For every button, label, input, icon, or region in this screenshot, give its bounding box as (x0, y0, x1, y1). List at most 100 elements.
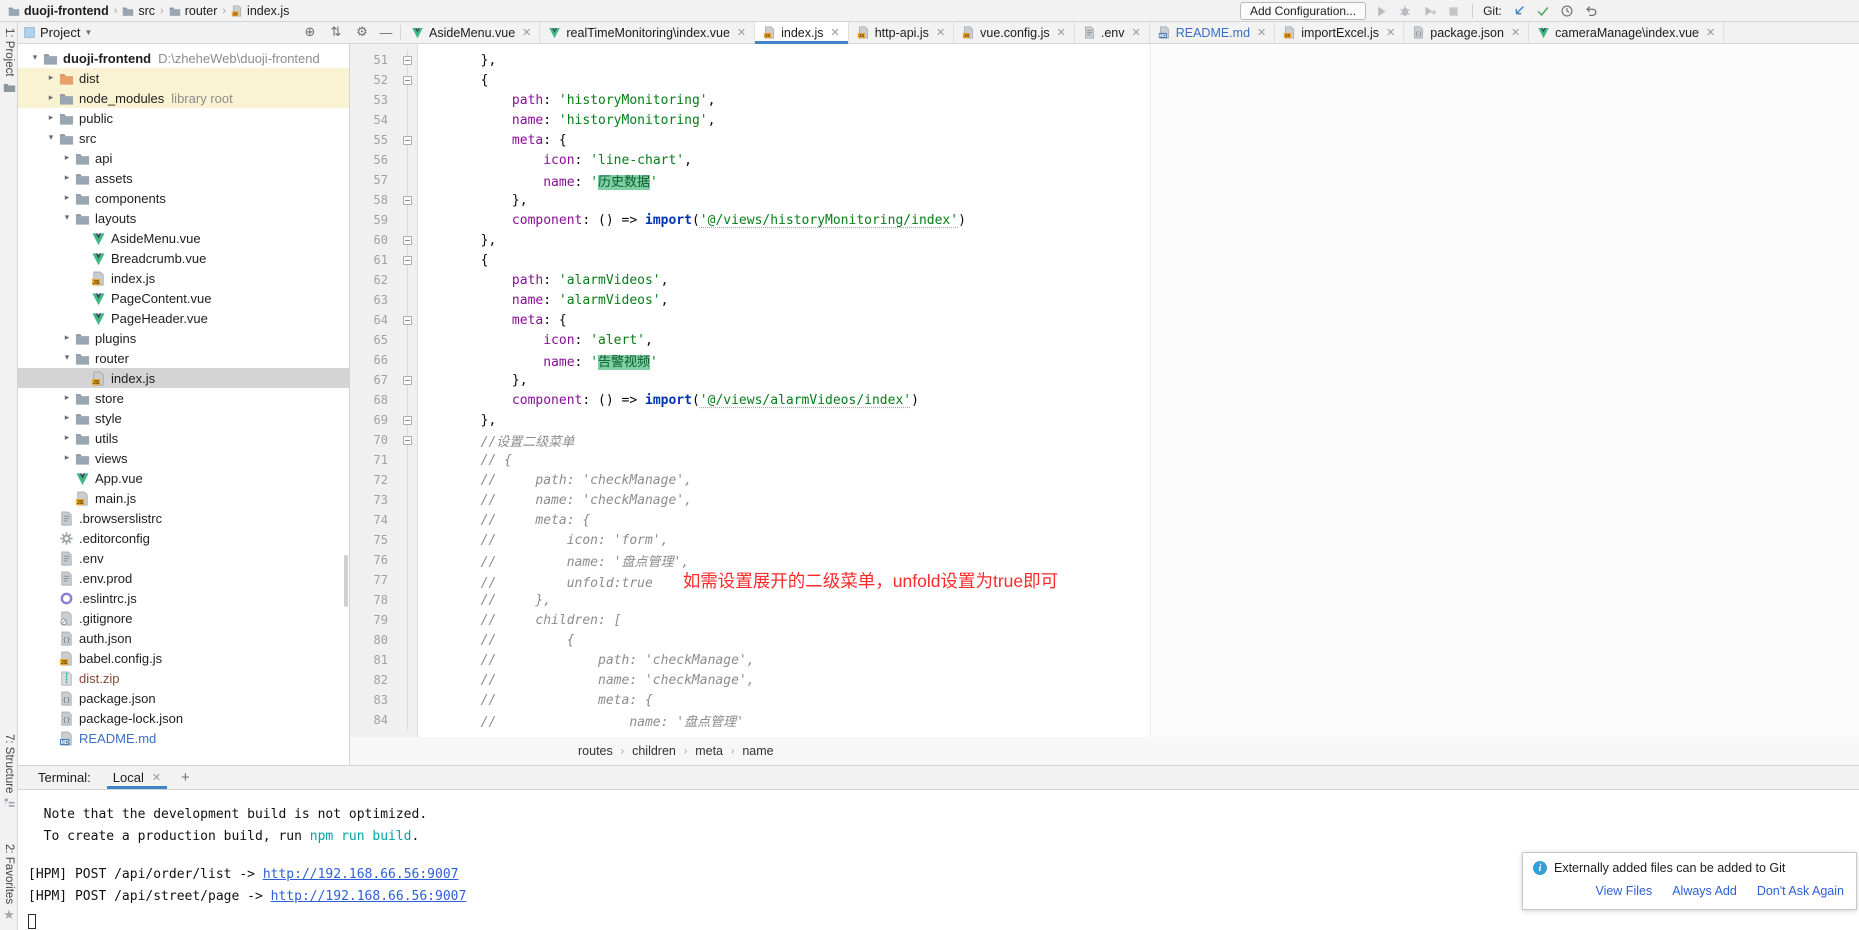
editor-tab-cameramanage-index.vue[interactable]: cameraManage\index.vue✕ (1529, 22, 1724, 43)
chevron-right-icon[interactable]: ▸ (60, 173, 74, 183)
terminal-link[interactable]: http://192.168.66.56:9007 (263, 867, 459, 882)
editor-tab-realtimemonitoring-index.vue[interactable]: realTimeMonitoring\index.vue✕ (540, 22, 755, 43)
tree-item-style[interactable]: ▸style (18, 408, 349, 428)
terminal-tab-local[interactable]: Local ✕ (107, 766, 167, 789)
tree-item-pagecontent.vue[interactable]: PageContent.vue (18, 288, 349, 308)
tree-item-package.json[interactable]: {}package.json (18, 688, 349, 708)
editor-tab-importexcel.js[interactable]: JSimportExcel.js✕ (1275, 22, 1404, 43)
tree-item-api[interactable]: ▸api (18, 148, 349, 168)
tree-item-src[interactable]: ▾src (18, 128, 349, 148)
breadcrumb-item[interactable]: JSindex.js (231, 4, 289, 18)
tree-item-store[interactable]: ▸store (18, 388, 349, 408)
tree-item-layouts[interactable]: ▾layouts (18, 208, 349, 228)
chevron-down-icon[interactable]: ▾ (60, 213, 74, 223)
chevron-right-icon[interactable]: ▸ (44, 73, 58, 83)
fold-marker[interactable] (396, 256, 418, 265)
collapse-all-icon[interactable]: ⇅ (328, 25, 344, 40)
fold-marker[interactable] (396, 436, 418, 445)
tree-item-breadcrumb.vue[interactable]: Breadcrumb.vue (18, 248, 349, 268)
fold-marker[interactable] (396, 376, 418, 385)
tree-item-main.js[interactable]: JSmain.js (18, 488, 349, 508)
editor-tab-index.js[interactable]: JSindex.js✕ (755, 22, 849, 43)
close-icon[interactable]: ✕ (831, 26, 840, 39)
close-icon[interactable]: ✕ (1706, 26, 1715, 39)
tree-item-components[interactable]: ▸components (18, 188, 349, 208)
tree-item-node-modules[interactable]: ▸node_moduleslibrary root (18, 88, 349, 108)
notification-action-always-add[interactable]: Always Add (1672, 884, 1737, 898)
notification-action-view-files[interactable]: View Files (1595, 884, 1652, 898)
tree-item-.editorconfig[interactable]: .editorconfig (18, 528, 349, 548)
tree-item-assets[interactable]: ▸assets (18, 168, 349, 188)
close-icon[interactable]: ✕ (152, 771, 161, 784)
project-tree-scrollbar[interactable] (344, 555, 348, 607)
chevron-right-icon[interactable]: ▸ (60, 193, 74, 203)
fold-marker[interactable] (396, 416, 418, 425)
breadcrumb-item[interactable]: duoji-frontend (8, 4, 109, 18)
tree-item-readme.md[interactable]: MDREADME.md (18, 728, 349, 748)
tree-item-.eslintrc.js[interactable]: .eslintrc.js (18, 588, 349, 608)
stripe-favorites-button[interactable]: 2: Favorites ★ (0, 844, 18, 923)
terminal-link[interactable]: http://192.168.66.56:9007 (271, 889, 467, 904)
tree-item-pageheader.vue[interactable]: PageHeader.vue (18, 308, 349, 328)
tree-item-index.js[interactable]: JSindex.js (18, 368, 349, 388)
stripe-structure-button[interactable]: 7: Structure (0, 734, 18, 810)
tree-item-duoji-frontend[interactable]: ▾duoji-frontendD:\zheheWeb\duoji-fronten… (18, 48, 349, 68)
close-icon[interactable]: ✕ (1386, 26, 1395, 39)
tree-item-app.vue[interactable]: App.vue (18, 468, 349, 488)
close-icon[interactable]: ✕ (936, 26, 945, 39)
tree-item-public[interactable]: ▸public (18, 108, 349, 128)
stop-icon[interactable] (1444, 2, 1462, 20)
code-editor[interactable]: 51 },52 {53 path: 'historyMonitoring',54… (350, 44, 1859, 737)
hide-panel-icon[interactable]: — (374, 22, 398, 43)
breadcrumb-item[interactable]: router (169, 4, 218, 18)
stripe-project-button[interactable]: 1: Project (0, 28, 18, 94)
tree-item-router[interactable]: ▾router (18, 348, 349, 368)
notification-action-don-t-ask-again[interactable]: Don't Ask Again (1757, 884, 1844, 898)
chevron-right-icon[interactable]: ▸ (60, 453, 74, 463)
settings-icon[interactable]: ⚙ (350, 22, 374, 43)
tree-item-.env.prod[interactable]: .env.prod (18, 568, 349, 588)
close-icon[interactable]: ✕ (1057, 26, 1066, 39)
editor-tab-asidemenu.vue[interactable]: AsideMenu.vue✕ (403, 22, 540, 43)
fold-marker[interactable] (396, 236, 418, 245)
tree-item-.browserslistrc[interactable]: .browserslistrc (18, 508, 349, 528)
code-lines[interactable]: 51 },52 {53 path: 'historyMonitoring',54… (350, 50, 1859, 730)
run-icon[interactable] (1372, 2, 1390, 20)
new-terminal-tab-button[interactable]: + (181, 769, 190, 786)
tree-item-index.js[interactable]: JSindex.js (18, 268, 349, 288)
tree-item-asidemenu.vue[interactable]: AsideMenu.vue (18, 228, 349, 248)
editor-breadcrumb-item[interactable]: children (632, 744, 676, 758)
fold-marker[interactable] (396, 76, 418, 85)
fold-marker[interactable] (396, 316, 418, 325)
editor-breadcrumb-item[interactable]: routes (578, 744, 613, 758)
chevron-right-icon[interactable]: ▸ (60, 413, 74, 423)
editor-tab-package.json[interactable]: {}package.json✕ (1404, 22, 1529, 43)
close-icon[interactable]: ✕ (522, 26, 531, 39)
close-icon[interactable]: ✕ (1132, 26, 1141, 39)
chevron-down-icon[interactable]: ▾ (60, 353, 74, 363)
debug-icon[interactable] (1396, 2, 1414, 20)
tree-item-dist.zip[interactable]: dist.zip (18, 668, 349, 688)
close-icon[interactable]: ✕ (737, 26, 746, 39)
add-configuration-button[interactable]: Add Configuration... (1240, 2, 1366, 20)
editor-tab-http-api.js[interactable]: JShttp-api.js✕ (849, 22, 954, 43)
editor-tab-readme.md[interactable]: MDREADME.md✕ (1150, 22, 1276, 43)
chevron-right-icon[interactable]: ▸ (44, 113, 58, 123)
tree-item-babel.config.js[interactable]: JSbabel.config.js (18, 648, 349, 668)
tree-item-dist[interactable]: ▸dist (18, 68, 349, 88)
locate-file-icon[interactable]: ⊕ (302, 25, 318, 40)
git-update-icon[interactable] (1510, 2, 1528, 20)
tree-item-auth.json[interactable]: {}auth.json (18, 628, 349, 648)
close-icon[interactable]: ✕ (1257, 26, 1266, 39)
fold-marker[interactable] (396, 196, 418, 205)
tree-item-views[interactable]: ▸views (18, 448, 349, 468)
chevron-down-icon[interactable]: ▾ (44, 133, 58, 143)
breadcrumb-item[interactable]: src (122, 4, 155, 18)
chevron-right-icon[interactable]: ▸ (44, 93, 58, 103)
git-revert-icon[interactable] (1582, 2, 1600, 20)
chevron-right-icon[interactable]: ▸ (60, 393, 74, 403)
editor-breadcrumb-item[interactable]: meta (695, 744, 723, 758)
tree-item-plugins[interactable]: ▸plugins (18, 328, 349, 348)
git-commit-icon[interactable] (1534, 2, 1552, 20)
tree-item-.gitignore[interactable]: .gitignore (18, 608, 349, 628)
